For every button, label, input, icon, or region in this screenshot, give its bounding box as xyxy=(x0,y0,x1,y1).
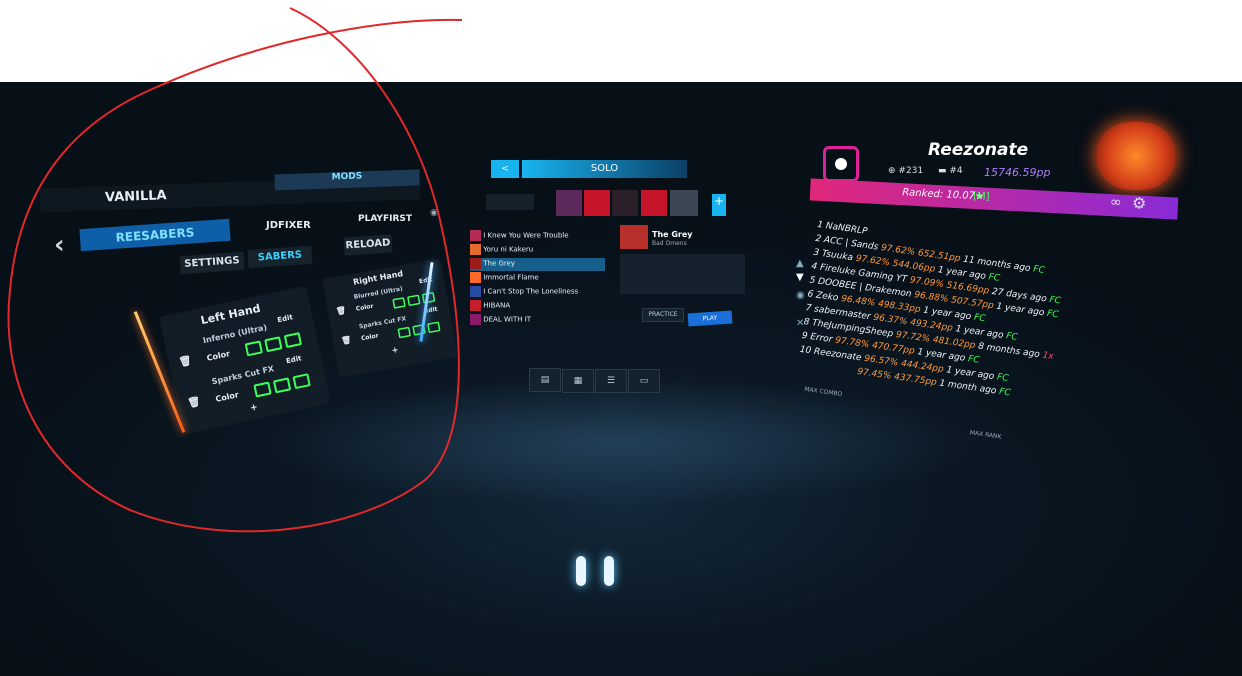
annotation-circle xyxy=(7,7,463,533)
